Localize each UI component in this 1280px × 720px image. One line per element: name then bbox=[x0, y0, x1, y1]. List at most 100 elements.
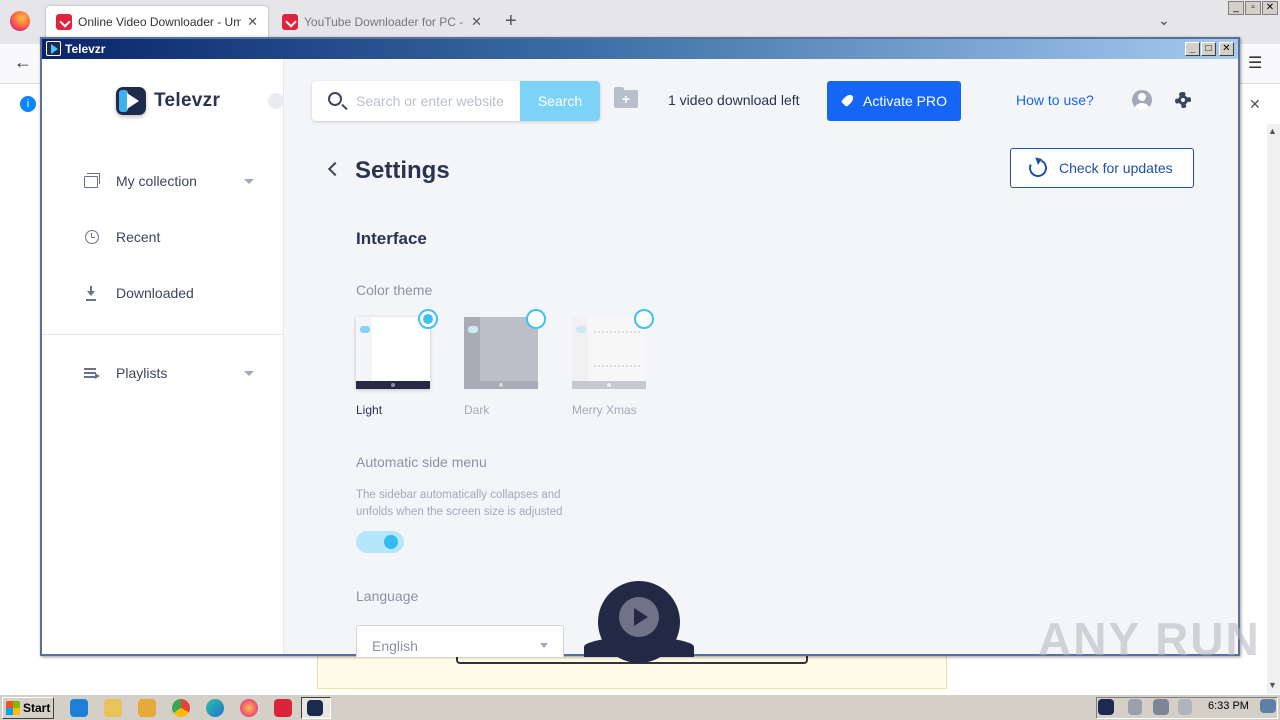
sidebar-divider bbox=[42, 334, 283, 335]
tab-title: Online Video Downloader - Ummy bbox=[78, 15, 242, 29]
activate-pro-label: Activate PRO bbox=[862, 93, 948, 109]
language-label: Language bbox=[356, 588, 419, 604]
info-icon[interactable]: i bbox=[20, 96, 36, 112]
auto-side-menu-label: Automatic side menu bbox=[356, 454, 487, 470]
sidebar-item-downloaded[interactable]: Downloaded bbox=[84, 281, 254, 305]
search-input[interactable] bbox=[356, 81, 520, 121]
playlist-icon bbox=[84, 365, 100, 381]
theme-radio-light[interactable] bbox=[418, 309, 438, 329]
download-favicon-icon bbox=[56, 14, 72, 30]
theme-label-light: Light bbox=[356, 403, 383, 417]
auto-side-menu-description: The sidebar automatically collapses and … bbox=[356, 489, 563, 518]
play-icon[interactable] bbox=[619, 597, 659, 637]
televzr-logo-icon bbox=[116, 87, 146, 115]
theme-label-dark: Dark bbox=[464, 403, 490, 417]
sidebar-item-label: Recent bbox=[116, 229, 161, 245]
sidebar-item-label: Playlists bbox=[116, 365, 168, 381]
collection-icon bbox=[84, 173, 100, 189]
theme-label-merry-xmas: Merry Xmas bbox=[572, 403, 637, 417]
chevron-down-icon[interactable] bbox=[244, 370, 254, 376]
add-folder-icon[interactable] bbox=[614, 87, 638, 108]
edge-icon[interactable] bbox=[206, 699, 224, 717]
language-select[interactable]: English bbox=[356, 625, 564, 657]
search-button[interactable]: Search bbox=[520, 81, 600, 121]
browser-minimize-button[interactable]: _ bbox=[1228, 1, 1244, 15]
color-theme-label: Color theme bbox=[356, 282, 433, 298]
back-arrow-icon[interactable]: ← bbox=[14, 52, 32, 73]
tab-close-icon[interactable]: ✕ bbox=[471, 14, 482, 30]
browser-tab-ummy[interactable]: Online Video Downloader - Ummy ✕ bbox=[46, 6, 268, 38]
auto-side-menu-toggle[interactable] bbox=[356, 531, 404, 553]
search-icon bbox=[328, 92, 342, 106]
firefox-logo-icon bbox=[10, 11, 30, 31]
televzr-logo[interactable]: Televzr bbox=[116, 87, 220, 115]
ummy-icon[interactable] bbox=[274, 699, 292, 717]
explorer-folder-icon[interactable] bbox=[104, 699, 122, 717]
sidebar-collapse-handle[interactable] bbox=[268, 93, 284, 109]
sidebar-item-my-collection[interactable]: My collection bbox=[84, 169, 254, 193]
theme-option-dark[interactable] bbox=[464, 317, 538, 389]
activate-pro-button[interactable]: Activate PRO bbox=[827, 81, 961, 121]
show-desktop-icon[interactable] bbox=[1260, 699, 1276, 713]
theme-option-merry-xmas[interactable] bbox=[572, 317, 646, 389]
browser-close-button[interactable]: ✕ bbox=[1262, 1, 1278, 15]
window-title: Televzr bbox=[65, 42, 106, 56]
gear-icon[interactable] bbox=[1172, 89, 1194, 111]
search-bar: Search bbox=[312, 81, 600, 121]
sidebar: Televzr My collection Recent Downloaded … bbox=[42, 59, 284, 654]
theme-radio-merry-xmas[interactable] bbox=[634, 309, 654, 329]
action-center-flag-icon[interactable] bbox=[1178, 699, 1192, 715]
theme-option-light[interactable] bbox=[356, 317, 430, 389]
download-icon bbox=[84, 285, 100, 301]
user-avatar-icon[interactable] bbox=[1132, 90, 1152, 110]
new-tab-icon[interactable]: + bbox=[505, 10, 517, 33]
logo-text: Televzr bbox=[154, 90, 221, 111]
volume-icon[interactable] bbox=[1128, 699, 1142, 715]
ie-icon[interactable] bbox=[70, 699, 88, 717]
theme-radio-dark[interactable] bbox=[526, 309, 546, 329]
windows-logo-icon bbox=[6, 701, 20, 715]
televzr-taskbar-icon bbox=[307, 700, 323, 716]
back-chevron-icon[interactable] bbox=[327, 161, 343, 177]
clock-time: 6:33 PM bbox=[1208, 700, 1249, 712]
televzr-tray-icon[interactable] bbox=[1098, 699, 1114, 715]
section-title-interface: Interface bbox=[356, 229, 427, 248]
sidebar-item-recent[interactable]: Recent bbox=[84, 225, 254, 249]
hamburger-menu-icon[interactable]: ☰ bbox=[1248, 53, 1262, 73]
chevron-down-icon[interactable] bbox=[540, 643, 548, 648]
firefox-icon[interactable] bbox=[240, 699, 258, 717]
scroll-down-icon[interactable]: ▼ bbox=[1268, 680, 1277, 690]
tab-close-icon[interactable]: ✕ bbox=[247, 14, 258, 30]
browser-tab-youtube-downloader[interactable]: YouTube Downloader for PC - Umm ✕ bbox=[272, 6, 492, 38]
rocket-icon bbox=[841, 94, 855, 108]
page-scrollbar[interactable] bbox=[1267, 124, 1280, 694]
how-to-use-link[interactable]: How to use? bbox=[1016, 92, 1094, 108]
page-title: Settings bbox=[355, 157, 450, 184]
check-for-updates-label: Check for updates bbox=[1059, 160, 1173, 176]
list-tabs-chevron-icon[interactable]: ⌄ bbox=[1158, 12, 1170, 29]
page-close-icon[interactable]: ✕ bbox=[1249, 96, 1261, 113]
start-button[interactable]: Start bbox=[2, 697, 54, 719]
scroll-up-icon[interactable]: ▲ bbox=[1268, 126, 1277, 136]
check-for-updates-button[interactable]: Check for updates bbox=[1010, 148, 1194, 188]
download-favicon-icon bbox=[282, 14, 298, 30]
chevron-down-icon[interactable] bbox=[244, 178, 254, 184]
window-titlebar[interactable]: Televzr _ □ ✕ bbox=[42, 39, 1238, 59]
televzr-window: Televzr _ □ ✕ Televzr My collection Rece… bbox=[40, 37, 1240, 663]
window-close-button[interactable]: ✕ bbox=[1219, 42, 1234, 56]
window-maximize-button[interactable]: □ bbox=[1201, 42, 1216, 56]
televzr-app-icon bbox=[46, 41, 61, 56]
sidebar-item-label: Downloaded bbox=[116, 285, 194, 301]
refresh-icon bbox=[1026, 156, 1050, 180]
network-icon[interactable] bbox=[1153, 699, 1169, 715]
chrome-icon[interactable] bbox=[172, 699, 190, 717]
browser-maximize-button[interactable]: ▫ bbox=[1245, 1, 1261, 15]
sidebar-item-playlists[interactable]: Playlists bbox=[84, 361, 254, 385]
downloads-left-text: 1 video download left bbox=[668, 92, 800, 108]
tab-title: YouTube Downloader for PC - Umm bbox=[304, 15, 465, 29]
sidebar-item-label: My collection bbox=[116, 173, 197, 189]
history-icon bbox=[84, 229, 100, 245]
window-minimize-button[interactable]: _ bbox=[1185, 42, 1200, 56]
start-label: Start bbox=[23, 701, 51, 715]
media-player-icon[interactable] bbox=[138, 699, 156, 717]
